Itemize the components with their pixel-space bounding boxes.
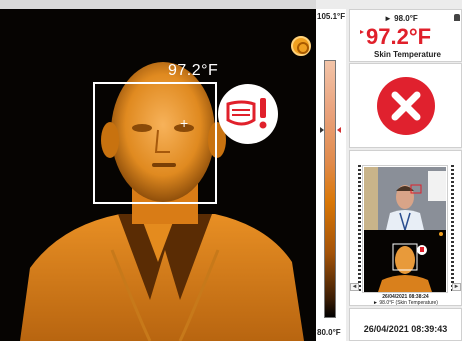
current-datetime: 26/04/2021 08:39:43 <box>363 324 448 334</box>
film-strip-left <box>358 165 361 293</box>
skin-temperature-value: 97.2°F <box>366 24 432 49</box>
temperature-scale-bar <box>324 60 336 318</box>
crosshair-icon: + <box>180 115 189 131</box>
gear-icon[interactable] <box>291 36 311 56</box>
close-icon <box>377 77 435 135</box>
current-reading: ► 98.0°F <box>384 14 418 23</box>
face-detection-box <box>93 82 217 204</box>
mask-warning-icon <box>218 84 278 144</box>
reading-arrow-icon <box>360 30 364 34</box>
film-strip-right <box>451 165 454 293</box>
scale-max-label: 105.1°F <box>317 12 346 21</box>
snapshot-visible-photo <box>364 167 446 230</box>
snapshot-next-button[interactable]: ► <box>452 283 461 291</box>
window-top-strip <box>0 0 316 9</box>
snapshot-caption: ► 98.0°F (Skin Temperature) <box>373 300 438 306</box>
scale-marker-right-icon <box>337 127 341 133</box>
scale-min-label: 80.0°F <box>317 328 341 337</box>
face-temperature-overlay: 97.2°F <box>168 62 219 79</box>
scale-marker-left-icon <box>320 127 324 133</box>
snapshot-thermal-photo <box>364 230 446 292</box>
snapshot-prev-button[interactable]: ◄ <box>350 283 359 291</box>
skin-temperature-label: Skin Temperature <box>374 50 441 59</box>
lock-icon[interactable] <box>454 14 460 21</box>
